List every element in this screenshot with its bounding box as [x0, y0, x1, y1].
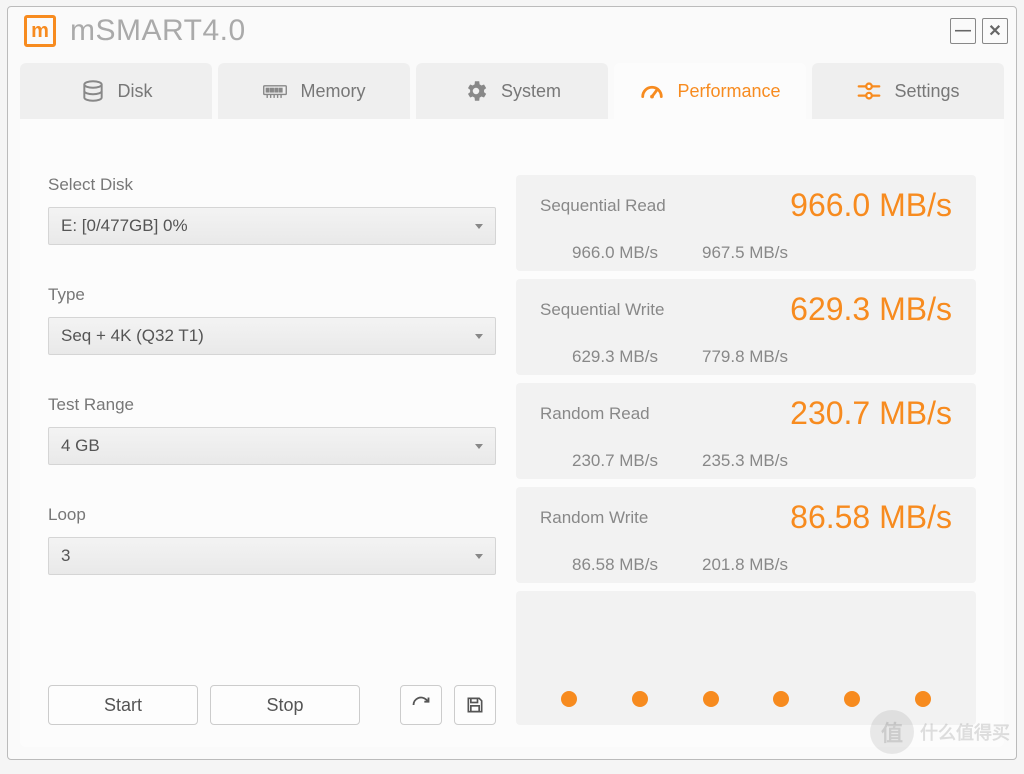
close-icon: ✕ — [988, 21, 1001, 41]
start-label: Start — [104, 695, 142, 716]
refresh-icon — [411, 695, 431, 715]
result-sequential-write: Sequential Write 629.3 MB/s 629.3 MB/s 7… — [516, 279, 976, 375]
window-controls: — ✕ — [950, 18, 1008, 44]
save-button[interactable] — [454, 685, 496, 725]
titlebar: m mSMART4.0 — ✕ — [8, 7, 1016, 55]
loop-label: Loop — [48, 505, 496, 525]
result-label: Random Read — [540, 404, 650, 424]
gear-icon — [463, 78, 489, 104]
select-disk-value: E: [0/477GB] 0% — [61, 216, 188, 236]
progress-dot-icon — [561, 691, 577, 707]
stop-label: Stop — [266, 695, 303, 716]
result-random-read: Random Read 230.7 MB/s 230.7 MB/s 235.3 … — [516, 383, 976, 479]
memory-icon — [262, 78, 288, 104]
test-range-dropdown[interactable]: 4 GB — [48, 427, 496, 465]
app-title: mSMART4.0 — [70, 14, 246, 48]
type-dropdown[interactable]: Seq + 4K (Q32 T1) — [48, 317, 496, 355]
watermark-icon: 值 — [870, 710, 914, 754]
settings-icon — [856, 78, 882, 104]
tab-label: Disk — [118, 81, 153, 102]
watermark: 值 什么值得买 — [870, 710, 1010, 754]
start-button[interactable]: Start — [48, 685, 198, 725]
close-button[interactable]: ✕ — [982, 18, 1008, 44]
select-disk-dropdown[interactable]: E: [0/477GB] 0% — [48, 207, 496, 245]
result-sub2: 235.3 MB/s — [702, 451, 788, 471]
save-icon — [465, 695, 485, 715]
result-label: Random Write — [540, 508, 648, 528]
result-sub2: 779.8 MB/s — [702, 347, 788, 367]
result-sequential-read: Sequential Read 966.0 MB/s 966.0 MB/s 96… — [516, 175, 976, 271]
progress-dot-icon — [773, 691, 789, 707]
result-random-write: Random Write 86.58 MB/s 86.58 MB/s 201.8… — [516, 487, 976, 583]
result-value: 629.3 MB/s — [790, 291, 952, 328]
select-disk-label: Select Disk — [48, 175, 496, 195]
stop-button[interactable]: Stop — [210, 685, 360, 725]
progress-dot-icon — [703, 691, 719, 707]
progress-dot-icon — [844, 691, 860, 707]
app-logo-icon: m — [24, 15, 56, 47]
tab-memory[interactable]: Memory — [218, 63, 410, 119]
test-range-label: Test Range — [48, 395, 496, 415]
gauge-icon — [639, 78, 665, 104]
app-window: m mSMART4.0 — ✕ Disk Memory System — [7, 6, 1017, 760]
button-row: Start Stop — [48, 685, 496, 725]
refresh-button[interactable] — [400, 685, 442, 725]
tab-bar: Disk Memory System Performance Settings — [8, 55, 1016, 119]
progress-dots-card — [516, 591, 976, 725]
type-label: Type — [48, 285, 496, 305]
result-label: Sequential Write — [540, 300, 664, 320]
minimize-button[interactable]: — — [950, 18, 976, 44]
tab-label: Performance — [677, 81, 780, 102]
tab-system[interactable]: System — [416, 63, 608, 119]
progress-dot-icon — [915, 691, 931, 707]
content-panel: Select Disk E: [0/477GB] 0% Type Seq + 4… — [20, 119, 1004, 747]
test-range-value: 4 GB — [61, 436, 100, 456]
tab-label: Memory — [300, 81, 365, 102]
config-column: Select Disk E: [0/477GB] 0% Type Seq + 4… — [48, 175, 496, 725]
result-sub2: 967.5 MB/s — [702, 243, 788, 263]
result-sub1: 86.58 MB/s — [572, 555, 658, 575]
loop-dropdown[interactable]: 3 — [48, 537, 496, 575]
progress-dot-icon — [632, 691, 648, 707]
result-sub1: 230.7 MB/s — [572, 451, 658, 471]
tab-settings[interactable]: Settings — [812, 63, 1004, 119]
results-column: Sequential Read 966.0 MB/s 966.0 MB/s 96… — [516, 175, 976, 725]
result-label: Sequential Read — [540, 196, 666, 216]
result-value: 230.7 MB/s — [790, 395, 952, 432]
result-sub1: 629.3 MB/s — [572, 347, 658, 367]
tab-label: System — [501, 81, 561, 102]
tab-performance[interactable]: Performance — [614, 63, 806, 119]
loop-value: 3 — [61, 546, 70, 566]
result-value: 966.0 MB/s — [790, 187, 952, 224]
type-value: Seq + 4K (Q32 T1) — [61, 326, 204, 346]
tab-label: Settings — [894, 81, 959, 102]
watermark-text: 什么值得买 — [920, 719, 1010, 745]
result-sub2: 201.8 MB/s — [702, 555, 788, 575]
result-value: 86.58 MB/s — [790, 499, 952, 536]
tab-disk[interactable]: Disk — [20, 63, 212, 119]
minimize-icon: — — [955, 22, 971, 40]
disk-icon — [80, 78, 106, 104]
result-sub1: 966.0 MB/s — [572, 243, 658, 263]
